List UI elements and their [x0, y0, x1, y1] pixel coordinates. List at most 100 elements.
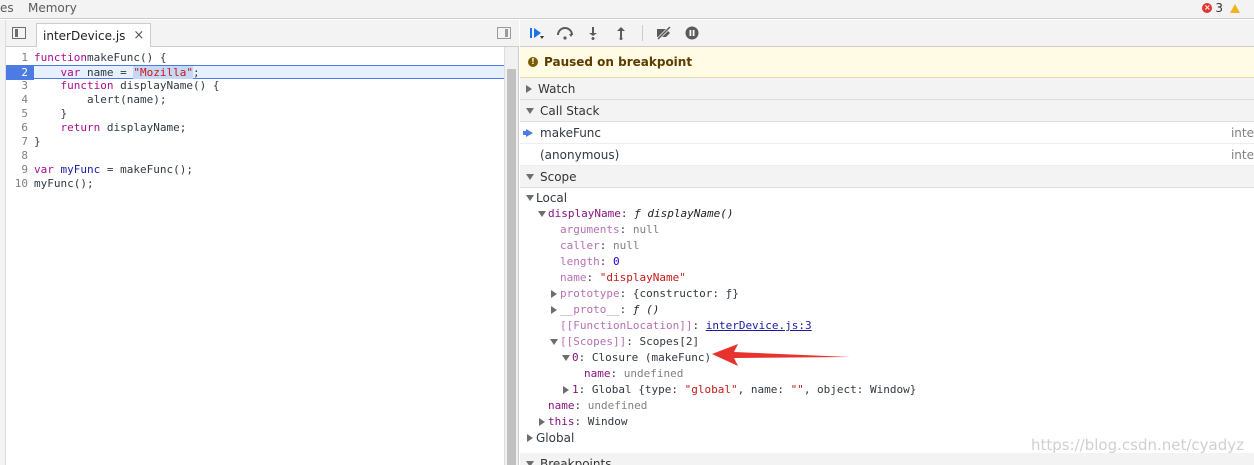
- prop-length[interactable]: length: 0: [520, 254, 1254, 270]
- line-number[interactable]: 5: [6, 107, 34, 121]
- toolbar-separator: [642, 25, 643, 41]
- code-line[interactable]: 8: [6, 149, 504, 163]
- prop-arguments[interactable]: arguments: null: [520, 222, 1254, 238]
- expand-triangle-icon: [551, 290, 557, 298]
- call-stack-section-header[interactable]: Call Stack: [520, 100, 1254, 122]
- prop-key: name: [560, 271, 587, 284]
- close-tab-icon[interactable]: ×: [133, 28, 144, 43]
- prop-proto[interactable]: __proto__: ƒ (): [520, 302, 1254, 318]
- info-icon: !: [528, 57, 538, 67]
- step-out-icon[interactable]: [612, 24, 630, 42]
- pause-on-exceptions-icon[interactable]: [683, 24, 701, 42]
- code-line[interactable]: 7}: [6, 135, 504, 149]
- resume-icon[interactable]: [528, 24, 546, 42]
- scope-local[interactable]: Local: [520, 190, 1254, 206]
- paused-message: Paused on breakpoint: [544, 55, 693, 69]
- code-token: myFunc: [53, 163, 101, 176]
- call-frame-makefunc[interactable]: makeFunc inte: [520, 122, 1254, 144]
- frame-name: (anonymous): [540, 147, 620, 162]
- code-line-current[interactable]: 2 var name = "Mozilla";: [6, 65, 504, 80]
- closure-prop-name[interactable]: name: undefined: [520, 366, 1254, 382]
- expand-triangle-icon: [551, 306, 557, 314]
- collapse-triangle-icon: [538, 211, 546, 217]
- code-token: name =: [80, 66, 134, 79]
- local-prop-name[interactable]: name: undefined: [520, 398, 1254, 414]
- prop-caller[interactable]: caller: null: [520, 238, 1254, 254]
- breakpoints-title: Breakpoints: [540, 456, 612, 465]
- step-over-icon[interactable]: [556, 24, 574, 42]
- call-stack-title: Call Stack: [540, 103, 600, 118]
- scope-section-header[interactable]: Scope: [520, 166, 1254, 188]
- debugger-sidebar: ! Paused on breakpoint Watch Call Stack …: [520, 20, 1254, 465]
- function-location-link[interactable]: interDevice.js:3: [706, 318, 812, 334]
- colon: :: [599, 255, 613, 268]
- paused-banner: ! Paused on breakpoint: [520, 47, 1254, 78]
- code-line[interactable]: 5 }: [6, 107, 504, 121]
- editor-tab-bar: interDevice.js ×: [6, 20, 519, 47]
- prop-scopes[interactable]: [[Scopes]]: Scopes[2]: [520, 334, 1254, 350]
- code-line[interactable]: 9 var myFunc = makeFunc();: [6, 163, 504, 177]
- error-icon: ×: [1202, 3, 1213, 13]
- scope-closure[interactable]: 0: Closure (makeFunc): [520, 350, 1254, 366]
- call-frame-anonymous[interactable]: (anonymous) inte: [520, 144, 1254, 166]
- prop-name[interactable]: name: "displayName": [520, 270, 1254, 286]
- code-token: return: [60, 121, 101, 134]
- prop-value: Closure (makeFunc): [591, 351, 712, 364]
- watch-section-header[interactable]: Watch: [520, 78, 1254, 100]
- line-number[interactable]: 7: [6, 135, 34, 149]
- prop-displayname[interactable]: displayName: ƒ displayName(): [520, 206, 1254, 222]
- prop-value: {constructor: ƒ}: [632, 287, 739, 300]
- prop-key: displayName: [548, 207, 621, 220]
- prop-key: this: [548, 415, 575, 428]
- code-line[interactable]: 3 function displayName() {: [6, 79, 504, 93]
- devtools-tab-bar: es Memory × 3: [0, 0, 1254, 19]
- toggle-navigator-icon[interactable]: [12, 27, 26, 39]
- prop-prototype[interactable]: prototype: {constructor: ƒ}: [520, 286, 1254, 302]
- frame-location[interactable]: inte: [1231, 126, 1254, 140]
- prop-value: "displayName": [599, 271, 686, 284]
- colon: :: [619, 287, 633, 300]
- deactivate-breakpoints-icon[interactable]: [655, 24, 673, 42]
- current-frame-arrow-icon: [523, 129, 533, 137]
- code-token: myFunc();: [34, 177, 94, 190]
- code-token: "Mozilla": [133, 66, 193, 79]
- line-number[interactable]: 10: [6, 177, 34, 191]
- tab-sources[interactable]: es: [0, 1, 14, 15]
- code-line[interactable]: 6 return displayName;: [6, 121, 504, 135]
- colon: :: [599, 239, 613, 252]
- tab-memory[interactable]: Memory: [28, 1, 77, 15]
- line-number[interactable]: 8: [6, 149, 34, 163]
- expand-triangle-icon: [539, 418, 545, 426]
- line-number[interactable]: 3: [6, 79, 34, 93]
- code-token: var: [60, 66, 81, 79]
- scope-global-entry[interactable]: 1: Global {type: "global", name: "", obj…: [520, 382, 1254, 398]
- colon: :: [619, 223, 633, 236]
- prop-function-location[interactable]: [[FunctionLocation]]: interDevice.js:3: [520, 318, 1254, 334]
- error-counter[interactable]: × 3: [1202, 1, 1240, 15]
- prop-key: 1: [572, 383, 579, 396]
- expand-triangle-icon: [527, 434, 533, 442]
- debugger-toolbar: [520, 20, 1254, 47]
- line-number[interactable]: 9: [6, 163, 34, 177]
- editor-scrollbar[interactable]: [504, 47, 518, 465]
- file-tab[interactable]: interDevice.js ×: [36, 23, 152, 47]
- source-code[interactable]: 1 functionmakeFunc() {2 var name = "Mozil…: [6, 51, 504, 191]
- breakpoints-section-header[interactable]: Breakpoints: [520, 453, 1254, 465]
- local-prop-this[interactable]: this: Window: [520, 414, 1254, 430]
- line-number[interactable]: 6: [6, 121, 34, 135]
- prop-key: length: [560, 255, 600, 268]
- code-line[interactable]: 4 alert(name);: [6, 93, 504, 107]
- toggle-debugger-icon[interactable]: [497, 27, 511, 39]
- code-line[interactable]: 10 myFunc();: [6, 177, 504, 191]
- code-line[interactable]: 1 functionmakeFunc() {: [6, 51, 504, 65]
- line-number[interactable]: 4: [6, 93, 34, 107]
- scrollbar-thumb[interactable]: [507, 69, 516, 465]
- frame-location[interactable]: inte: [1231, 148, 1254, 162]
- line-number[interactable]: 1: [6, 51, 34, 65]
- prop-value: undefined: [623, 367, 684, 380]
- watermark: https://blog.csdn.net/cyadyz: [1030, 436, 1244, 454]
- colon: :: [578, 383, 592, 396]
- step-into-icon[interactable]: [584, 24, 602, 42]
- prop-value: Window: [587, 415, 628, 428]
- line-number[interactable]: 2: [6, 66, 34, 80]
